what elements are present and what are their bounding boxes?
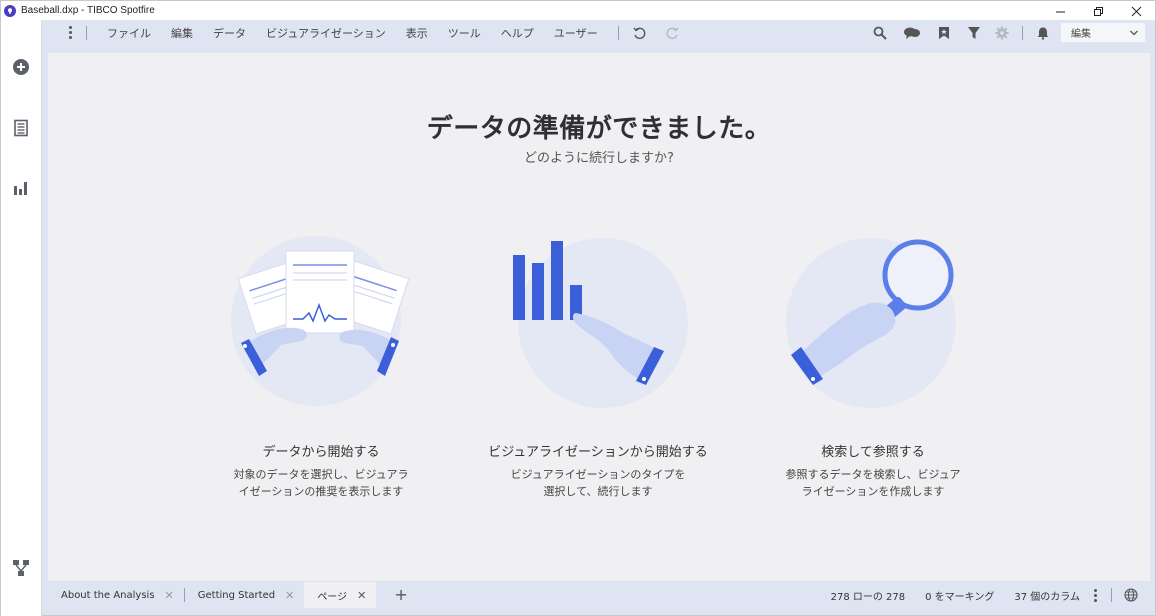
page-tab-label: Getting Started [197, 589, 276, 601]
close-icon [1131, 6, 1141, 16]
left-rail [0, 20, 42, 616]
column-count-status: 37 個のカラム [1014, 591, 1080, 603]
window-title: Baseball.dxp - TIBCO Spotfire [21, 5, 155, 16]
search-and-browse-desc-line2: ライゼーションを作成します [801, 485, 945, 498]
spotfire-logo-icon [4, 4, 16, 17]
undo-button[interactable] [631, 25, 647, 41]
search-button[interactable] [872, 25, 888, 41]
mode-select-value: 編集 [1071, 29, 1091, 40]
close-window-button[interactable] [1117, 1, 1155, 21]
add-data-button[interactable] [12, 58, 30, 76]
data-illustration [231, 233, 411, 413]
comments-button[interactable] [902, 25, 922, 41]
start-from-visualization-title: ビジュアライゼーションから開始する [488, 445, 708, 460]
bookmark-icon [939, 26, 949, 39]
window-titlebar: Baseball.dxp - TIBCO Spotfire [0, 0, 1156, 20]
redo-icon [666, 27, 679, 39]
page-tab-page[interactable]: ページ ✕ [304, 582, 377, 608]
welcome-subline: どのように続行しますか? [524, 151, 674, 166]
start-from-visualization-desc-line1: ビジュアライゼーションのタイプを [510, 468, 686, 481]
undo-icon [633, 27, 645, 39]
page-tab-label: ページ [317, 591, 348, 603]
search-and-browse-title: 検索して参照する [821, 445, 925, 460]
filter-icon [968, 26, 980, 39]
page-tab-getting-started[interactable]: Getting Started ✕ [185, 582, 305, 608]
menu-data[interactable]: データ [213, 25, 246, 41]
start-from-visualization-option[interactable]: ビジュアライゼーションから開始する ビジュアライゼーションのタイプを 選択して、… [463, 233, 733, 500]
filter-button[interactable] [966, 25, 982, 41]
close-tab-icon[interactable]: ✕ [165, 589, 174, 602]
notifications-button[interactable] [1035, 25, 1051, 41]
status-separator [1111, 588, 1112, 602]
add-icon [13, 59, 29, 75]
welcome-canvas: データの準備ができました。 どのように続行しますか? データから開始する 対象の… [48, 53, 1150, 581]
menu-help[interactable]: ヘルプ [501, 25, 534, 41]
welcome-headline: データの準備ができました。 [426, 114, 772, 144]
visualization-illustration [508, 233, 688, 413]
data-canvas-icon [13, 560, 29, 576]
documents-hands-icon [231, 236, 410, 406]
data-panel-button[interactable] [12, 119, 30, 137]
page-tab-label: About the Analysis [61, 589, 155, 601]
data-panel-icon [14, 119, 28, 137]
minimize-icon [1055, 11, 1065, 12]
minimize-button[interactable] [1041, 1, 1079, 21]
marked-count-status: 0 をマーキング [925, 591, 995, 603]
data-canvas-button[interactable] [12, 559, 30, 577]
menu-user[interactable]: ユーザー [554, 25, 598, 41]
menu-visualization[interactable]: ビジュアライゼーション [266, 25, 386, 41]
close-tab-icon[interactable]: ✕ [285, 589, 294, 602]
search-illustration [783, 233, 963, 413]
notification-bell-icon [1037, 27, 1049, 40]
redo-button[interactable] [665, 25, 681, 41]
start-from-data-option[interactable]: データから開始する 対象のデータを選択し、ビジュアラ イゼーションの推奨を表示し… [186, 233, 456, 500]
bookmark-button[interactable] [936, 25, 952, 41]
bar-chart-hand-icon [513, 238, 688, 408]
chevron-down-icon [1130, 30, 1138, 35]
status-area: 278 ローの 278 0 をマーキング 37 個のカラム [811, 582, 1138, 608]
visualization-panel-button[interactable] [12, 179, 30, 197]
settings-button[interactable] [994, 25, 1010, 41]
menu-tools[interactable]: ツール [448, 25, 481, 41]
start-from-data-desc-line1: 対象のデータを選択し、ビジュアラ [233, 468, 409, 481]
restore-button[interactable] [1079, 1, 1117, 21]
search-and-browse-description: 参照するデータを検索し、ビジュア ライゼーションを作成します [738, 466, 1008, 500]
comments-icon [904, 27, 920, 39]
visualization-panel-icon [14, 182, 27, 195]
menu-separator [86, 25, 87, 40]
page-tab-about[interactable]: About the Analysis ✕ [48, 582, 184, 608]
menu-edit[interactable]: 編集 [171, 25, 193, 41]
globe-icon[interactable] [1124, 588, 1138, 602]
add-page-button[interactable]: + [394, 587, 407, 603]
main-menu-button[interactable] [64, 26, 76, 39]
menu-file[interactable]: ファイル [107, 25, 151, 41]
toolbar-separator [1022, 25, 1023, 40]
start-from-data-description: 対象のデータを選択し、ビジュアラ イゼーションの推奨を表示します [186, 466, 456, 500]
magnifier-hand-icon [786, 238, 956, 408]
menu-bar: ファイル 編集 データ ビジュアライゼーション 表示 ツール ヘルプ ユーザー [42, 20, 1156, 45]
menu-view[interactable]: 表示 [406, 25, 428, 41]
search-and-browse-option[interactable]: 検索して参照する 参照するデータを検索し、ビジュア ライゼーションを作成します [738, 233, 1008, 500]
search-and-browse-desc-line1: 参照するデータを検索し、ビジュア [785, 468, 961, 481]
settings-icon [995, 26, 1009, 39]
search-icon [873, 26, 887, 40]
status-more-button[interactable] [1094, 588, 1097, 602]
mode-select[interactable]: 編集 [1061, 23, 1145, 42]
start-from-visualization-desc-line2: 選択して、続行します [543, 485, 653, 498]
start-from-visualization-description: ビジュアライゼーションのタイプを 選択して、続行します [463, 466, 733, 500]
page-tab-bar: About the Analysis ✕ Getting Started ✕ ペ… [48, 582, 1150, 608]
close-tab-icon[interactable]: ✕ [357, 589, 366, 602]
row-count-status: 278 ローの 278 [830, 591, 906, 603]
restore-icon [1093, 6, 1103, 16]
menu-separator [617, 25, 619, 40]
start-from-data-desc-line2: イゼーションの推奨を表示します [238, 485, 404, 498]
start-from-data-title: データから開始する [262, 445, 380, 460]
